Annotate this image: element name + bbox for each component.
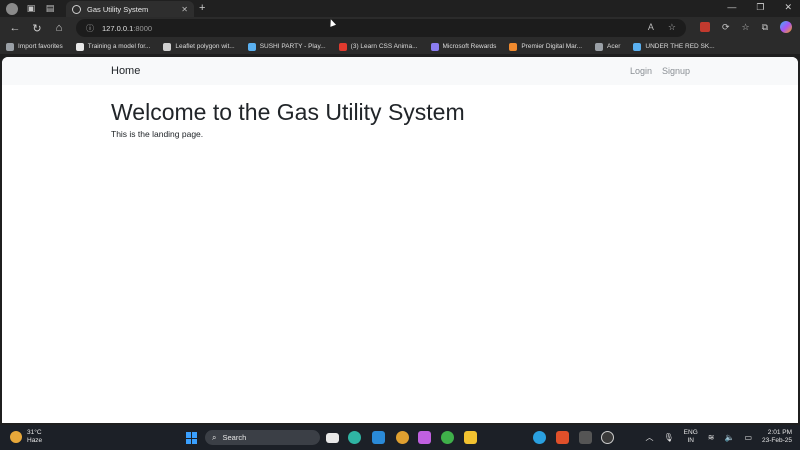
bookmark-icon — [430, 42, 439, 51]
bookmark-item[interactable]: Premier Digital Mar... — [509, 42, 583, 51]
app-chrome-icon[interactable] — [396, 431, 409, 444]
signup-link[interactable]: Signup — [662, 66, 690, 76]
home-link[interactable]: Home — [111, 65, 140, 77]
bookmark-label: Import favorites — [18, 43, 63, 50]
app-explorer-icon[interactable] — [326, 433, 339, 443]
bookmark-icon — [633, 42, 642, 51]
bookmark-icon — [338, 42, 347, 51]
temperature: 31°C — [27, 429, 42, 436]
profile-icon[interactable] — [5, 2, 19, 16]
title-bar: ▣ ▤ Gas Utility System ✕ + — ❐ ✕ — [0, 0, 800, 17]
battery-icon[interactable]: ▭ — [744, 433, 752, 442]
bookmark-icon — [75, 42, 84, 51]
app-chatgpt-icon[interactable] — [601, 431, 614, 444]
app-telegram-icon[interactable] — [533, 431, 546, 444]
search-icon: ⌕ — [212, 432, 217, 442]
address-bar[interactable]: ⓘ 127.0.0.1:8000 A ☆ — [76, 19, 686, 37]
system-tray: ︿ 🎙 ENG IN ≋ 🔈 ▭ 2:01 PM 23-Feb-25 — [646, 429, 792, 445]
bookmark-label: Acer — [607, 43, 621, 50]
volume-icon[interactable]: 🔈 — [724, 433, 734, 442]
bookmark-label: Training a model for... — [87, 43, 151, 50]
toolbar-icons: ⟳ ☆ ⧉ — [699, 21, 792, 33]
site-navbar: Home Login Signup — [2, 57, 798, 85]
browser-tab[interactable]: Gas Utility System ✕ — [66, 1, 194, 17]
bookmark-label: Leaflet polygon wit... — [175, 43, 235, 50]
copilot-icon[interactable] — [780, 21, 792, 33]
search-label: Search — [222, 433, 247, 442]
lang-bottom: IN — [687, 437, 694, 444]
back-icon[interactable]: ← — [4, 22, 26, 34]
screen: ▣ ▤ Gas Utility System ✕ + — ❐ ✕ ← ↻ ⌂ ⓘ… — [0, 0, 800, 450]
microphone-icon[interactable]: 🎙 — [664, 433, 674, 442]
bookmark-item[interactable]: UNDER THE RED SK... — [633, 42, 715, 51]
refresh-icon[interactable]: ↻ — [26, 22, 48, 35]
bookmark-icon — [247, 42, 256, 51]
app-notion-icon[interactable] — [579, 431, 592, 444]
url-host: 127.0.0.1 — [102, 23, 134, 33]
bookmark-item[interactable]: Acer — [595, 42, 621, 51]
globe-icon — [72, 4, 81, 14]
taskbar-search[interactable]: ⌕ Search — [205, 430, 320, 445]
workspaces-icon[interactable]: ▣ — [24, 2, 38, 16]
close-window-button[interactable]: ✕ — [784, 2, 792, 13]
tab-actions-icon[interactable]: ▤ — [43, 2, 57, 16]
wifi-icon[interactable]: ≋ — [708, 433, 715, 442]
clock[interactable]: 2:01 PM 23-Feb-25 — [762, 429, 792, 445]
minimize-button[interactable]: — — [727, 2, 736, 13]
url-text: 127.0.0.1:8000 — [102, 24, 152, 33]
lang-top: ENG — [683, 429, 698, 436]
taskbar: 31°C Haze ⌕ Search ︿ 🎙 ENG IN ≋ 🔈 ▭ 2:01… — [0, 425, 800, 450]
bookmark-item[interactable]: Training a model for... — [75, 42, 151, 51]
bookmark-item[interactable]: SUSHI PARTY - Play... — [247, 42, 326, 51]
collections-icon[interactable]: ⧉ — [762, 22, 768, 33]
bookmark-item[interactable]: Import favorites — [6, 42, 63, 51]
bookmark-icon — [6, 42, 14, 51]
read-aloud-icon[interactable]: A — [648, 22, 654, 33]
extension-icon[interactable] — [699, 22, 710, 32]
favorite-star-icon[interactable]: ☆ — [668, 22, 676, 33]
tab-title: Gas Utility System — [87, 4, 149, 14]
close-tab-icon[interactable]: ✕ — [181, 5, 188, 14]
bookmark-label: (3) Learn CSS Anima... — [350, 43, 418, 50]
start-button[interactable] — [186, 432, 198, 444]
show-hidden-icons-icon[interactable]: ︿ — [646, 432, 654, 443]
window-controls: — ❐ ✕ — [727, 2, 792, 13]
bookmark-icon — [509, 42, 518, 51]
weather-widget[interactable]: 31°C Haze — [10, 429, 42, 445]
clock-time: 2:01 PM — [767, 429, 792, 436]
new-tab-button[interactable]: + — [199, 2, 205, 14]
weather-condition: Haze — [27, 437, 43, 444]
bookmark-label: SUSHI PARTY - Play... — [259, 43, 326, 50]
app-edge-icon[interactable] — [348, 431, 361, 444]
page-viewport: Home Login Signup Welcome to the Gas Uti… — [2, 57, 798, 423]
browser-toolbar: ← ↻ ⌂ ⓘ 127.0.0.1:8000 A ☆ ⟳ ☆ ⧉ — [0, 17, 800, 39]
bookmark-icon — [595, 42, 604, 51]
clock-date: 23-Feb-25 — [762, 437, 792, 444]
page-title: Welcome to the Gas Utility System — [111, 99, 465, 125]
bookmarks-bar: Import favorites Training a model for... L… — [0, 39, 800, 55]
page-description: This is the landing page. — [111, 129, 204, 139]
maximize-button[interactable]: ❐ — [756, 2, 764, 13]
bookmark-item[interactable]: Leaflet polygon wit... — [163, 42, 235, 51]
app-chrome-2-icon[interactable] — [441, 431, 454, 444]
bookmark-item[interactable]: (3) Learn CSS Anima... — [338, 42, 418, 51]
bookmark-label: Microsoft Rewards — [442, 43, 497, 50]
bookmark-label: Premier Digital Mar... — [521, 43, 583, 50]
app-folder-icon[interactable] — [464, 431, 477, 444]
favorites-icon[interactable]: ☆ — [741, 22, 749, 33]
site-info-icon[interactable]: ⓘ — [86, 23, 94, 34]
bookmark-icon — [163, 42, 172, 51]
home-icon[interactable]: ⌂ — [48, 22, 70, 34]
nav-links: Login Signup — [630, 66, 690, 76]
app-vscode-icon[interactable] — [372, 431, 385, 444]
extensions-puzzle-icon[interactable]: ⟳ — [722, 22, 730, 33]
bookmark-label: UNDER THE RED SK... — [645, 43, 715, 50]
app-copilot-icon[interactable] — [418, 431, 431, 444]
app-brave-icon[interactable] — [556, 431, 569, 444]
language-indicator[interactable]: ENG IN — [684, 429, 698, 445]
url-port: :8000 — [133, 23, 153, 33]
bookmark-item[interactable]: Microsoft Rewards — [430, 42, 497, 51]
login-link[interactable]: Login — [630, 66, 652, 76]
weather-icon — [10, 431, 22, 443]
